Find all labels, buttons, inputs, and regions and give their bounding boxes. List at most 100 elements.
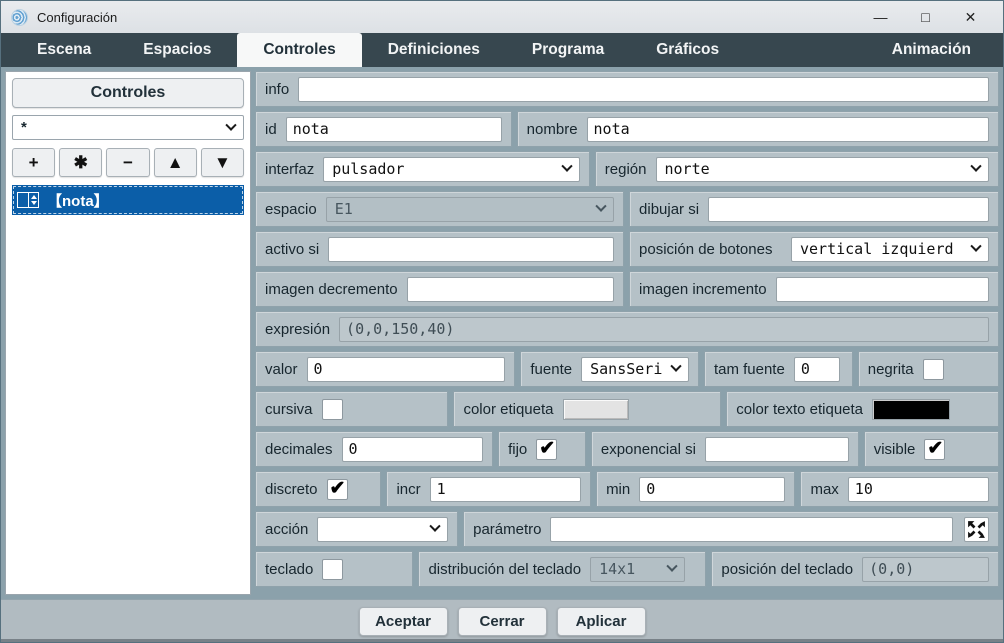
add-control-button[interactable]: + [12, 148, 55, 177]
discreto-checkbox[interactable]: ✔ [327, 479, 348, 500]
color-texto-etiqueta-swatch[interactable] [872, 399, 950, 420]
min-label: min [606, 481, 630, 498]
imagen-incremento-label: imagen incremento [639, 281, 767, 298]
chevron-down-icon [970, 161, 981, 172]
field-min: min [596, 471, 795, 507]
field-nombre: nombre [517, 111, 999, 147]
parametro-label: parámetro [473, 521, 541, 538]
max-input[interactable] [848, 477, 989, 502]
tab-escena[interactable]: Escena [11, 33, 117, 67]
teclado-label: teclado [265, 561, 313, 578]
field-cursiva: cursiva ✔ [255, 391, 448, 427]
min-input[interactable] [639, 477, 785, 502]
negrita-label: negrita [868, 361, 914, 378]
expand-editor-button[interactable] [964, 517, 989, 542]
field-decimales: decimales [255, 431, 493, 467]
field-fijo: fijo ✔ [498, 431, 586, 467]
espacio-label: espacio [265, 201, 317, 218]
nombre-input[interactable] [587, 117, 989, 142]
configuration-window: Configuración — □ ✕ Escena Espacios Cont… [0, 0, 1004, 643]
info-input[interactable] [298, 77, 989, 102]
filter-value: * [21, 119, 27, 136]
posicion-botones-label: posición de botones [639, 241, 772, 258]
imagen-decremento-input[interactable] [407, 277, 614, 302]
close-icon[interactable]: ✕ [948, 2, 993, 32]
negrita-checkbox[interactable]: ✔ [923, 359, 944, 380]
activo-si-label: activo si [265, 241, 319, 258]
tab-programa[interactable]: Programa [506, 33, 630, 67]
tab-espacios[interactable]: Espacios [117, 33, 237, 67]
expand-icon [966, 519, 987, 540]
aceptar-button[interactable]: Aceptar [359, 607, 448, 636]
field-imagen-incremento: imagen incremento [629, 271, 999, 307]
nombre-label: nombre [527, 121, 578, 138]
decimales-input[interactable] [342, 437, 484, 462]
fuente-label: fuente [530, 361, 572, 378]
color-etiqueta-label: color etiqueta [463, 401, 553, 418]
sidebar-title: Controles [12, 78, 244, 108]
parametro-input[interactable] [550, 517, 953, 542]
field-incr: incr [386, 471, 591, 507]
expresion-input [339, 317, 989, 342]
expresion-label: expresión [265, 321, 330, 338]
field-posicion-teclado: posición del teclado [711, 551, 999, 587]
controls-list: 【nota】 [12, 185, 244, 588]
tab-definiciones[interactable]: Definiciones [362, 33, 506, 67]
controls-sidebar: Controles * + ✱ − ▲ ▼ 【nota】 [5, 71, 251, 595]
field-distribucion-teclado: distribución del teclado 14x1 [418, 551, 706, 587]
check-icon: ✔ [539, 437, 555, 460]
cursiva-checkbox[interactable]: ✔ [322, 399, 343, 420]
title-bar: Configuración — □ ✕ [1, 1, 1003, 33]
fijo-label: fijo [508, 441, 527, 458]
move-down-button[interactable]: ▼ [201, 148, 244, 177]
activo-si-input[interactable] [328, 237, 614, 262]
remove-control-button[interactable]: − [106, 148, 149, 177]
valor-input[interactable] [307, 357, 506, 382]
field-discreto: discreto ✔ [255, 471, 381, 507]
minimize-icon[interactable]: — [858, 2, 903, 32]
exponencial-si-input[interactable] [705, 437, 849, 462]
control-filter-select[interactable]: * [12, 115, 244, 140]
dibujar-si-label: dibujar si [639, 201, 699, 218]
chevron-down-icon [970, 241, 981, 252]
interfaz-label: interfaz [265, 161, 314, 178]
control-form: info id nombre interfaz pulsad [255, 71, 999, 595]
list-item-nota[interactable]: 【nota】 [12, 185, 244, 215]
teclado-checkbox[interactable]: ✔ [322, 559, 343, 580]
distribucion-teclado-select: 14x1 [590, 557, 685, 582]
tab-graficos[interactable]: Gráficos [630, 33, 745, 67]
maximize-icon[interactable]: □ [903, 2, 948, 32]
aplicar-button[interactable]: Aplicar [557, 607, 646, 636]
accion-select[interactable] [317, 517, 448, 542]
cerrar-button[interactable]: Cerrar [458, 607, 547, 636]
visible-checkbox[interactable]: ✔ [924, 439, 945, 460]
fijo-checkbox[interactable]: ✔ [536, 439, 557, 460]
decimales-label: decimales [265, 441, 333, 458]
region-select[interactable]: norte [656, 157, 990, 182]
posicion-botones-select[interactable]: vertical izquierd [791, 237, 989, 262]
imagen-incremento-input[interactable] [776, 277, 989, 302]
color-etiqueta-swatch[interactable] [563, 399, 629, 420]
field-color-etiqueta: color etiqueta [453, 391, 721, 427]
max-label: max [810, 481, 838, 498]
field-exponencial-si: exponencial si [591, 431, 859, 467]
field-visible: visible ✔ [864, 431, 999, 467]
tab-controles[interactable]: Controles [237, 33, 361, 67]
region-value: norte [665, 160, 967, 178]
duplicate-control-button[interactable]: ✱ [59, 148, 102, 177]
main-area: Controles * + ✱ − ▲ ▼ 【nota】 [1, 67, 1003, 599]
dibujar-si-input[interactable] [708, 197, 989, 222]
dialog-footer: Aceptar Cerrar Aplicar [1, 599, 1003, 642]
incr-input[interactable] [430, 477, 581, 502]
id-input[interactable] [286, 117, 502, 142]
field-activo-si: activo si [255, 231, 624, 267]
accion-label: acción [265, 521, 308, 538]
interfaz-select[interactable]: pulsador [323, 157, 580, 182]
tam-fuente-input[interactable] [794, 357, 840, 382]
fuente-select[interactable]: SansSeri [581, 357, 689, 382]
window-bottom-edge [1, 639, 1003, 642]
chevron-down-icon [670, 361, 681, 372]
tab-bar: Escena Espacios Controles Definiciones P… [1, 33, 1003, 67]
tab-animacion[interactable]: Animación [866, 33, 997, 67]
move-up-button[interactable]: ▲ [154, 148, 197, 177]
